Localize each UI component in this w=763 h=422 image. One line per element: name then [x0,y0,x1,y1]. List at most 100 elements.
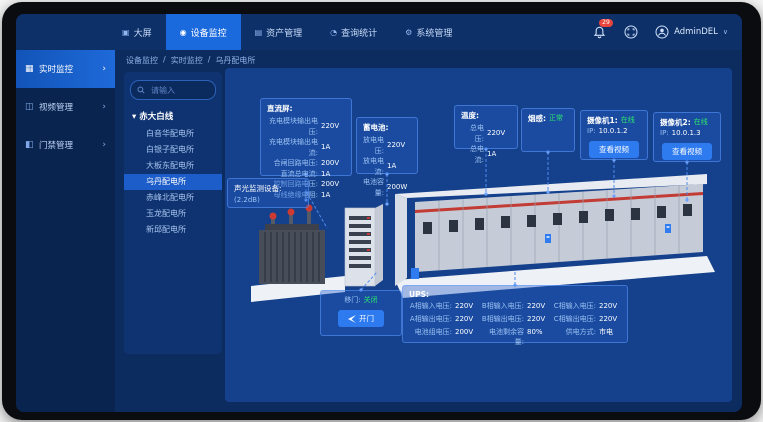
sidebar-item-label: 视频管理 [39,101,73,113]
metric-value: 1A [321,169,345,180]
metric-label: A相输出电压: [409,314,452,324]
tree-item-station[interactable]: 大板东配电所 [130,158,216,174]
station-tree-panel: ▾ 赤大白线 白音华配电所 白银子配电所 大板东配电所 乌丹配电所 赤峰北配电所… [124,72,222,354]
smoke-sensor-panel: 烟感:正常 [521,108,575,152]
sidebar: ▦ 实时监控 › ◫ 视频管理 › ◧ 门禁管理 › [16,50,115,412]
metric-label: 电池容量: [363,177,384,198]
sidebar-item-label: 实时监控 [39,63,73,75]
metric-label: 放电电压: [363,135,384,156]
breadcrumb-item: 乌丹配电所 [215,55,255,66]
door-label: 移门: [344,295,360,306]
nav-tab-label: 系统管理 [416,26,452,39]
metric-label: C相输入电压: [553,301,596,311]
metric-value: 220V [527,314,549,324]
door-status: 关闭 [364,295,378,306]
fullscreen-button[interactable] [623,24,639,40]
view-video-button[interactable]: 查看视频 [662,143,712,160]
panel-title: 摄像机2: [660,117,691,128]
breadcrumb: 设备监控 / 实时监控 / 乌丹配电所 [126,55,255,66]
status-badge: 在线 [694,117,708,128]
open-door-icon [348,315,356,323]
nav-tab-device-monitor[interactable]: ◉ 设备监控 [166,14,241,50]
grid-icon: ▦ [25,64,39,74]
door-panel: 移门: 关闭 开门 [320,290,402,336]
metric-value: 200V [455,327,477,347]
panel-title: 摄像机1: [587,115,618,126]
status-badge: 正常 [549,113,563,124]
metric-label: 合闸回路电压: [267,158,318,169]
metric-label: 电池组电压: [409,327,452,347]
door-icon: ◧ [25,140,39,150]
dc-screen-panel: 直流屏: 充电模块输出电压:220V 充电模块输出电流:1A 合闸回路电压:20… [260,98,352,176]
bell-icon [593,26,606,39]
sound-monitor-value: (2.2dB) [234,196,302,204]
dc-cabinet [345,204,383,286]
nav-tab-statistics[interactable]: ◔ 查询统计 [316,14,391,50]
tree-root-node[interactable]: ▾ 赤大白线 [132,110,216,122]
breadcrumb-separator: / [208,55,211,66]
breadcrumb-item[interactable]: 设备监控 [126,55,158,66]
sound-monitor-label: 声光监测设备: [234,183,302,194]
user-menu[interactable]: AdminDEL ∨ [655,25,728,39]
camera-icon: ◫ [25,102,39,112]
chevron-right-icon: › [102,102,106,112]
breadcrumb-separator: / [163,55,166,66]
view-video-button[interactable]: 查看视频 [589,141,639,158]
metric-label: A相输入电压: [409,301,452,311]
metric-label: 烟感: [528,113,546,124]
ip-label: IP: [660,128,669,139]
metric-value: 1A [487,149,511,160]
metric-label: 充电模块输出电流: [267,137,318,158]
fullscreen-icon [624,25,638,39]
metric-value: 1A [321,142,345,153]
camera1-panel: 摄像机1:在线 IP:10.0.1.2 查看视频 [580,110,648,160]
nav-tab-dashboard[interactable]: ▣ 大屏 [108,14,166,50]
ip-label: IP: [587,126,596,137]
search-icon [137,86,145,94]
metric-value: 220V [599,314,621,324]
nav-tab-system[interactable]: ⚙ 系统管理 [391,14,466,50]
notification-badge: 29 [599,19,613,27]
sidebar-item-label: 门禁管理 [39,139,73,151]
breadcrumb-item[interactable]: 实时监控 [171,55,203,66]
ups-grid: A相输入电压:220V B相输入电压:220V C相输入电压:220V A相输出… [409,301,621,347]
metric-value: 1A [387,161,411,172]
nav-tab-assets[interactable]: ▤ 资产管理 [241,14,317,50]
open-door-button[interactable]: 开门 [338,310,384,327]
nav-tabs: ▣ 大屏 ◉ 设备监控 ▤ 资产管理 ◔ 查询统计 ⚙ 系统管理 [108,14,466,50]
chevron-right-icon: › [102,64,106,74]
sidebar-item-realtime-monitor[interactable]: ▦ 实时监控 › [16,50,115,88]
screen-icon: ▣ [122,28,130,37]
sidebar-item-access-control[interactable]: ◧ 门禁管理 › [16,126,115,164]
tree-item-station[interactable]: 白银子配电所 [130,142,216,158]
sidebar-item-video-management[interactable]: ◫ 视频管理 › [16,88,115,126]
chevron-down-icon: ∨ [723,28,728,36]
metric-value: 220V [455,301,477,311]
status-badge: 在线 [621,115,635,126]
panel-title: UPS: [409,290,621,299]
metric-label: 充电模块输出电压: [267,116,318,137]
tree-search-input[interactable] [149,85,209,96]
tree-item-station[interactable]: 新邱配电所 [130,222,216,238]
user-avatar-icon [655,25,669,39]
notifications-button[interactable]: 29 [591,24,607,40]
chevron-right-icon: › [102,140,106,150]
metric-value: 200V [321,179,345,190]
ip-value: 10.0.1.3 [672,128,701,139]
panel-title: 蓄电池: [363,122,411,133]
metric-value: 220V [487,128,511,139]
tree-search [130,80,216,100]
navbar-actions: 29 AdminDEL ∨ [591,14,728,50]
ip-value: 10.0.1.2 [599,126,628,137]
metric-value: 220V [321,121,345,132]
tree-item-station-selected[interactable]: 乌丹配电所 [124,174,222,190]
metric-label: B相输出电压: [481,314,524,324]
metric-value: 200W [387,182,411,193]
nav-tab-label: 资产管理 [266,26,302,39]
metric-value: 市电 [599,327,621,347]
tree-item-station[interactable]: 玉龙配电所 [130,206,216,222]
tree-item-station[interactable]: 白音华配电所 [130,126,216,142]
open-door-label: 开门 [359,313,374,324]
tree-item-station[interactable]: 赤峰北配电所 [130,190,216,206]
metric-label: 供电方式: [553,327,596,347]
